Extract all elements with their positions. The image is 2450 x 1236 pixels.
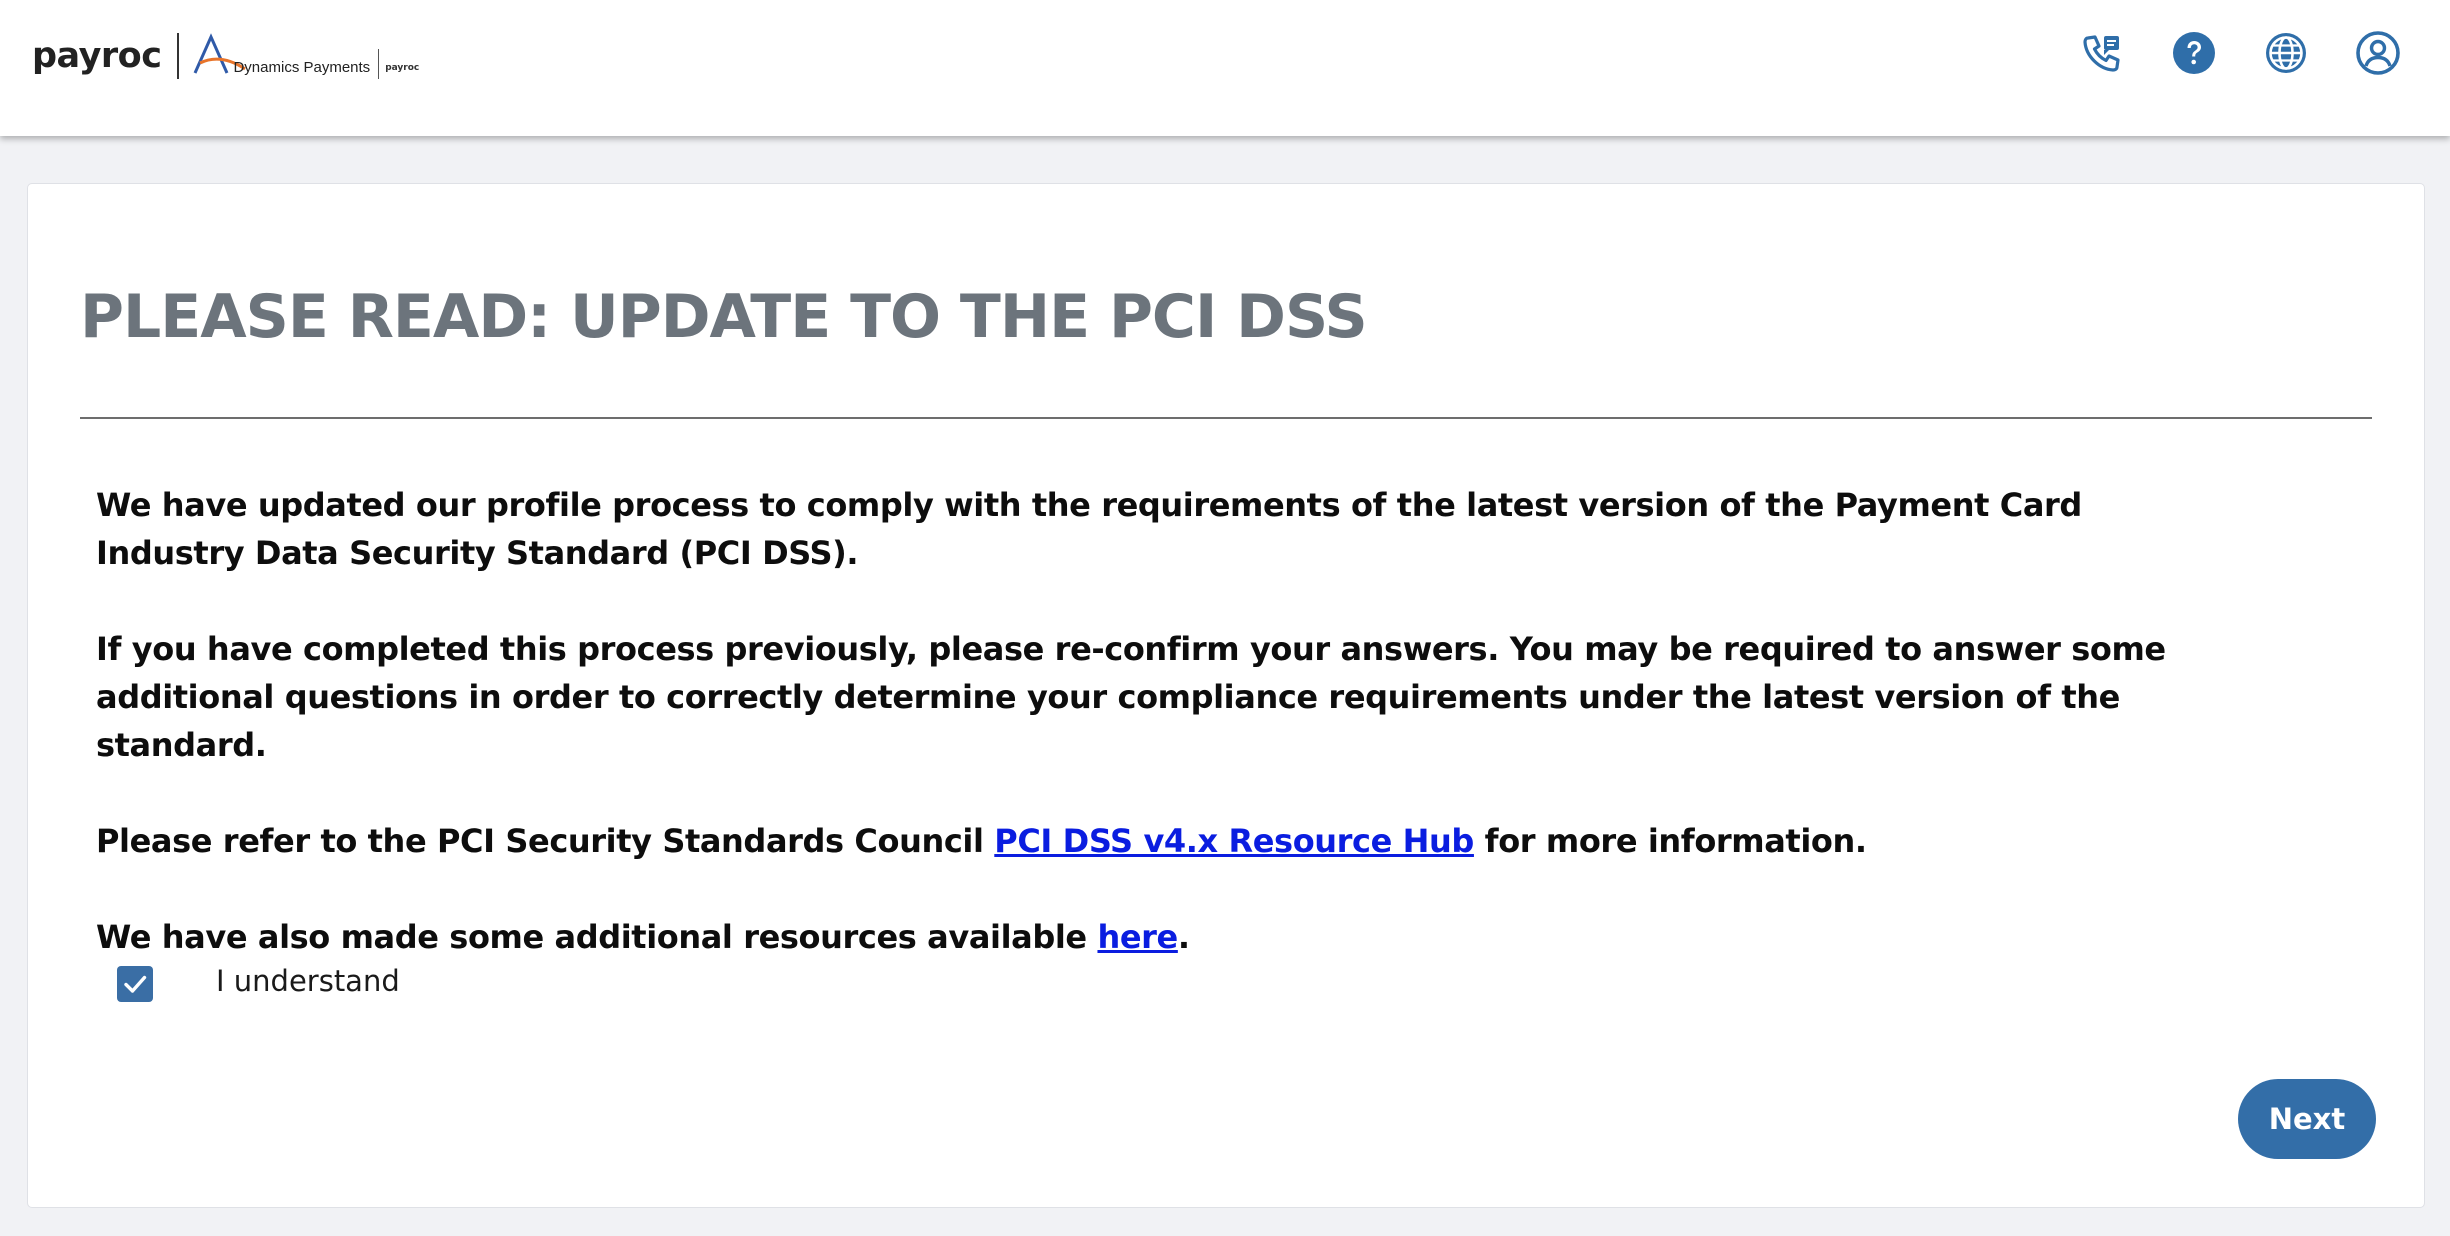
notice-body: We have updated our profile process to c…	[96, 481, 2296, 1009]
notice-paragraph-resource-hub: Please refer to the PCI Security Standar…	[96, 817, 2296, 865]
partner-separator	[378, 49, 380, 79]
additional-resources-link[interactable]: here	[1097, 918, 1178, 956]
notice-paragraph-resources: We have also made some additional resour…	[96, 913, 2296, 961]
next-button[interactable]: Next	[2238, 1079, 2376, 1159]
understand-checkbox-label: I understand	[216, 964, 400, 998]
checkmark-icon	[124, 975, 147, 993]
pci-dss-resource-hub-link[interactable]: PCI DSS v4.x Resource Hub	[994, 822, 1474, 860]
globe-icon[interactable]	[2264, 31, 2308, 75]
logo-group[interactable]: payroc Dynamics Payments payroc	[32, 28, 419, 84]
pci-notice-card: PLEASE READ: UPDATE TO THE PCI DSS We ha…	[27, 183, 2425, 1208]
resources-text-after: .	[1177, 918, 1190, 956]
partner-small-brand: payroc	[385, 63, 420, 73]
logo-separator	[177, 33, 180, 79]
page-title: PLEASE READ: UPDATE TO THE PCI DSS	[80, 282, 1368, 352]
title-divider	[80, 417, 2372, 419]
notice-paragraph-update: We have updated our profile process to c…	[96, 486, 2082, 572]
resource-hub-text-after: for more information.	[1473, 822, 1867, 860]
understand-checkbox-row[interactable]: I understand	[117, 964, 400, 1002]
partner-name: Dynamics Payments	[233, 59, 371, 76]
resource-hub-text-before: Please refer to the PCI Security Standar…	[96, 822, 995, 860]
dynamics-payments-logo: Dynamics Payments payroc	[191, 33, 419, 79]
top-header: payroc Dynamics Payments payroc	[0, 0, 2450, 136]
resources-text-before: We have also made some additional resour…	[96, 918, 1098, 956]
notice-paragraph-reconfirm: If you have completed this process previ…	[96, 630, 2166, 764]
payroc-logo: payroc	[32, 36, 162, 76]
header-icons	[2080, 31, 2400, 75]
understand-checkbox[interactable]	[117, 966, 153, 1002]
phone-icon[interactable]	[2080, 31, 2124, 75]
help-icon[interactable]	[2172, 31, 2216, 75]
user-account-icon[interactable]	[2356, 31, 2400, 75]
